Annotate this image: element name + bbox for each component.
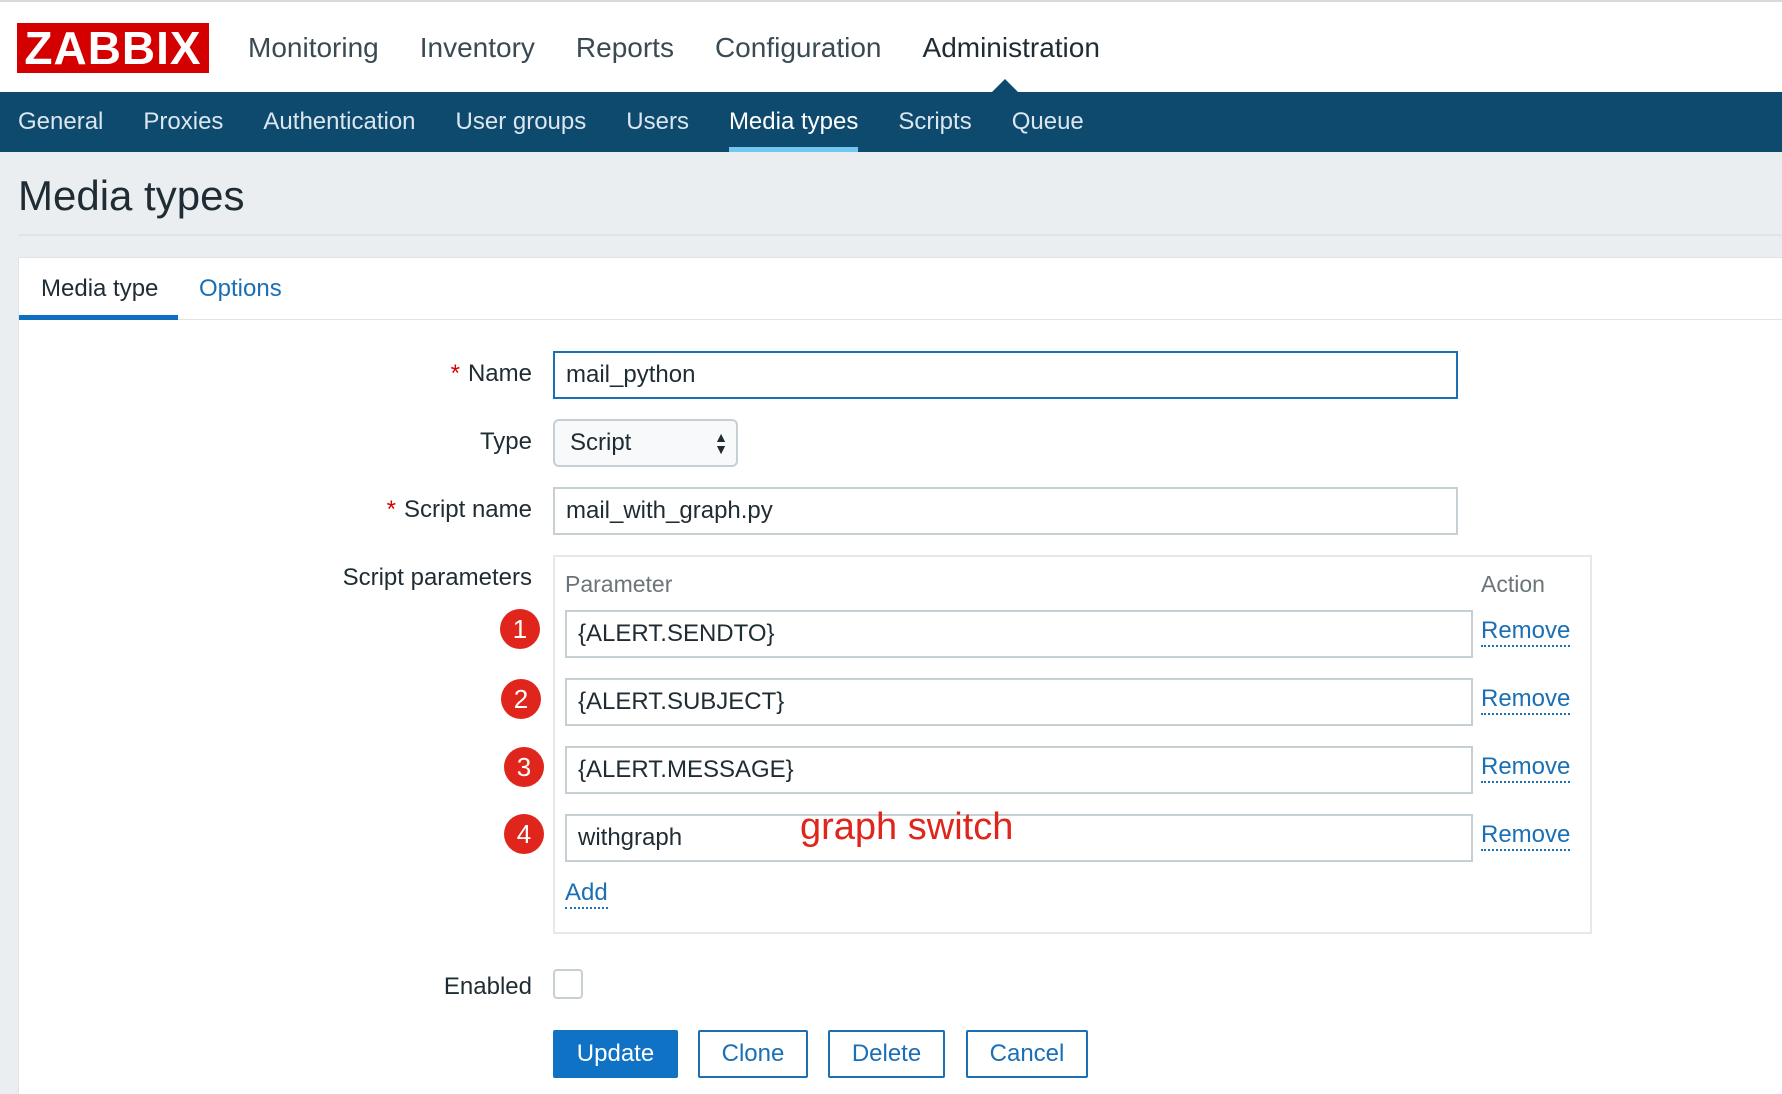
annotation-badge-3: 3 — [504, 747, 544, 787]
script-parameters-label: Script parameters — [342, 564, 532, 591]
parameter-input-3[interactable]: {ALERT.MESSAGE} — [565, 746, 1473, 794]
sub-nav-user-groups[interactable]: User groups — [456, 92, 587, 152]
delete-button[interactable]: Delete — [828, 1030, 945, 1078]
parameter-input-1[interactable]: {ALERT.SENDTO} — [565, 610, 1473, 658]
sub-nav-scripts[interactable]: Scripts — [898, 92, 971, 152]
type-label: Type — [479, 428, 532, 455]
title-divider — [18, 234, 1782, 236]
cancel-button[interactable]: Cancel — [966, 1030, 1088, 1078]
graph-switch-annotation: graph switch — [800, 806, 1014, 848]
sub-nav-proxies[interactable]: Proxies — [143, 92, 223, 152]
required-mark: * — [386, 496, 396, 523]
main-nav-administration[interactable]: Administration — [923, 28, 1100, 68]
add-parameter-link[interactable]: Add — [565, 879, 608, 909]
remove-parameter-2[interactable]: Remove — [1481, 685, 1571, 715]
annotation-badge-1: 1 — [500, 609, 540, 649]
annotation-badge-2: 2 — [501, 679, 541, 719]
main-nav-inventory[interactable]: Inventory — [420, 28, 535, 68]
name-label: * Name — [450, 360, 532, 387]
main-nav-reports[interactable]: Reports — [576, 28, 674, 68]
remove-parameter-1[interactable]: Remove — [1481, 617, 1571, 647]
remove-parameter-4[interactable]: Remove — [1481, 821, 1571, 851]
sub-nav-authentication[interactable]: Authentication — [263, 92, 415, 152]
sub-nav-queue[interactable]: Queue — [1012, 92, 1084, 152]
parameter-input-4[interactable]: withgraph — [565, 814, 1473, 862]
main-nav-configuration[interactable]: Configuration — [715, 28, 882, 68]
action-column-header: Action — [1481, 571, 1545, 597]
main-nav: Monitoring Inventory Reports Configurati… — [248, 28, 1141, 68]
parameter-column-header: Parameter — [565, 571, 673, 597]
tab-media-type[interactable]: Media type — [41, 275, 158, 303]
update-button[interactable]: Update — [553, 1030, 678, 1078]
name-input[interactable]: mail_python — [553, 351, 1458, 399]
zabbix-logo[interactable]: ZABBIX — [17, 23, 209, 73]
sub-nav-users[interactable]: Users — [626, 92, 689, 152]
main-nav-monitoring[interactable]: Monitoring — [248, 28, 379, 68]
annotation-badge-4: 4 — [504, 814, 544, 854]
type-select-value: Script — [570, 429, 632, 456]
script-parameters-table: Parameter Action {ALERT.SENDTO} Remove {… — [553, 555, 1592, 934]
type-select[interactable]: Script ▲ ▼ — [553, 419, 738, 467]
top-header: ZABBIX Monitoring Inventory Reports Conf… — [0, 0, 1782, 94]
enabled-label: Enabled — [443, 973, 532, 1000]
remove-parameter-3[interactable]: Remove — [1481, 753, 1571, 783]
parameter-input-2[interactable]: {ALERT.SUBJECT} — [565, 678, 1473, 726]
sub-nav-general[interactable]: General — [18, 92, 103, 152]
clone-button[interactable]: Clone — [698, 1030, 808, 1078]
script-name-input[interactable]: mail_with_graph.py — [553, 487, 1458, 535]
sub-nav: General Proxies Authentication User grou… — [0, 92, 1782, 152]
required-mark: * — [450, 360, 460, 387]
sub-nav-media-types[interactable]: Media types — [728, 92, 859, 152]
active-tab-indicator — [19, 315, 178, 320]
enabled-checkbox[interactable] — [553, 969, 583, 999]
page-title: Media types — [18, 172, 245, 219]
script-name-label: * Script name — [386, 496, 532, 523]
tab-options[interactable]: Options — [199, 275, 282, 303]
tab-bar: Media type Options — [19, 258, 1782, 320]
select-arrows-icon: ▲ ▼ — [714, 429, 728, 457]
